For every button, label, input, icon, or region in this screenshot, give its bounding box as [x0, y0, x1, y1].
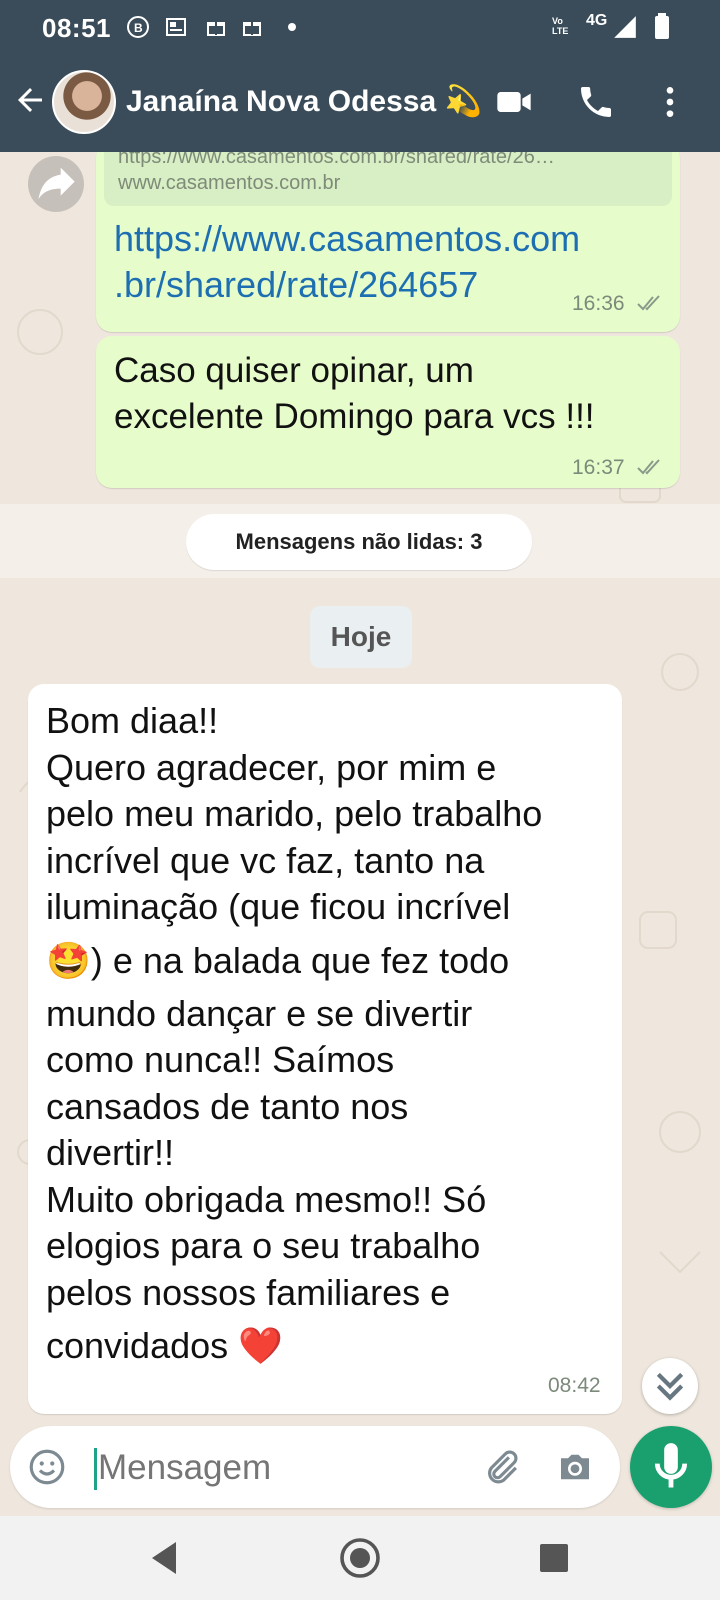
- incoming-line: divertir!!: [46, 1132, 175, 1173]
- attachment-icon[interactable]: [480, 1446, 522, 1488]
- system-nav-bar: [0, 1516, 720, 1600]
- chat-header: Janaína Nova Odessa 💫: [0, 54, 720, 152]
- link-preview-domain: www.casamentos.com.br: [118, 172, 341, 194]
- forward-button[interactable]: [28, 156, 84, 212]
- gift-icon: [207, 22, 225, 36]
- incoming-line: pelos nossos familiares e: [46, 1271, 451, 1313]
- date-chip: Hoje: [310, 606, 412, 668]
- contact-avatar[interactable]: [52, 70, 116, 134]
- nav-recents-icon[interactable]: [530, 1534, 578, 1582]
- read-ticks-icon: [637, 459, 660, 475]
- incoming-line: iluminação (que ficou incrível: [46, 886, 511, 927]
- news-icon: [166, 18, 186, 36]
- incoming-line: convidados ❤️: [46, 1325, 283, 1366]
- status-time: 08:51: [42, 13, 111, 43]
- incoming-line: elogios para o seu trabalho: [46, 1225, 481, 1266]
- incoming-line: Muito obrigada mesmo!! Só: [46, 1178, 487, 1220]
- message-time: 16:36: [572, 292, 625, 315]
- incoming-line: incrível que vc faz, tanto na: [46, 839, 485, 881]
- nav-home-icon[interactable]: [336, 1534, 384, 1582]
- message-composer: [10, 1426, 620, 1508]
- double-chevron-down-icon: [656, 1372, 684, 1401]
- contact-name[interactable]: Janaína Nova Odessa 💫: [126, 84, 482, 119]
- camera-icon[interactable]: [554, 1446, 596, 1488]
- incoming-line: mundo dançar e se divertir: [46, 992, 473, 1034]
- message-link-line1[interactable]: https://www.casamentos.com: [114, 216, 580, 262]
- link-preview-url: https://www.casamentos.com.br/shared/rat…: [118, 152, 555, 168]
- nav-back-icon[interactable]: [142, 1534, 190, 1582]
- message-time: 08:42: [548, 1374, 601, 1397]
- status-bar: 08:51 B Vo LTE 4G: [0, 0, 720, 54]
- scroll-to-bottom-button[interactable]: [642, 1358, 698, 1414]
- phone-call-icon[interactable]: [576, 82, 616, 122]
- signal-icon: [614, 16, 636, 38]
- dot-icon: [288, 23, 296, 31]
- incoming-line: como nunca!! Saímos: [46, 1039, 395, 1080]
- message-time: 16:37: [572, 456, 625, 479]
- incoming-line: Bom diaa!!: [46, 700, 219, 741]
- svg-text:B: B: [134, 21, 143, 35]
- emoji-icon[interactable]: [26, 1446, 68, 1488]
- volte-label: Vo LTE: [552, 16, 569, 36]
- incoming-line: cansados de tanto nos: [46, 1085, 409, 1127]
- microphone-icon: [654, 1443, 688, 1488]
- message-text-line1: Caso quiser opinar, um: [114, 351, 474, 390]
- network-label: 4G: [586, 12, 608, 29]
- gift-icon-2: [243, 22, 261, 36]
- incoming-message-text: Bom diaa!! Quero agradecer, por mim e pe…: [46, 698, 606, 1376]
- video-call-icon[interactable]: [494, 82, 534, 122]
- outgoing-message[interactable]: Caso quiser opinar, um excelente Domingo…: [96, 336, 680, 488]
- outgoing-message-link[interactable]: https://www.casamentos.com.br/shared/rat…: [96, 152, 680, 332]
- link-preview[interactable]: https://www.casamentos.com.br/shared/rat…: [104, 152, 672, 206]
- battery-icon: [655, 13, 669, 39]
- back-arrow-icon[interactable]: [12, 82, 48, 118]
- b-circle-icon: B: [127, 16, 149, 38]
- unread-messages-label: Mensagens não lidas: 3: [186, 514, 532, 570]
- read-ticks-icon: [637, 295, 660, 311]
- forward-icon: [38, 167, 75, 200]
- message-link-line2[interactable]: .br/shared/rate/264657: [114, 262, 478, 308]
- microphone-button[interactable]: [630, 1426, 712, 1508]
- incoming-line: Quero agradecer, por mim e: [46, 746, 497, 788]
- incoming-line: pelo meu marido, pelo trabalho: [46, 793, 543, 834]
- incoming-message[interactable]: Bom diaa!! Quero agradecer, por mim e pe…: [28, 684, 622, 1414]
- more-options-icon[interactable]: [650, 82, 690, 122]
- incoming-line: 🤩) e na balada que fez todo: [46, 939, 510, 981]
- message-input[interactable]: [96, 1442, 480, 1494]
- message-text-line2: excelente Domingo para vcs !!!: [114, 397, 595, 436]
